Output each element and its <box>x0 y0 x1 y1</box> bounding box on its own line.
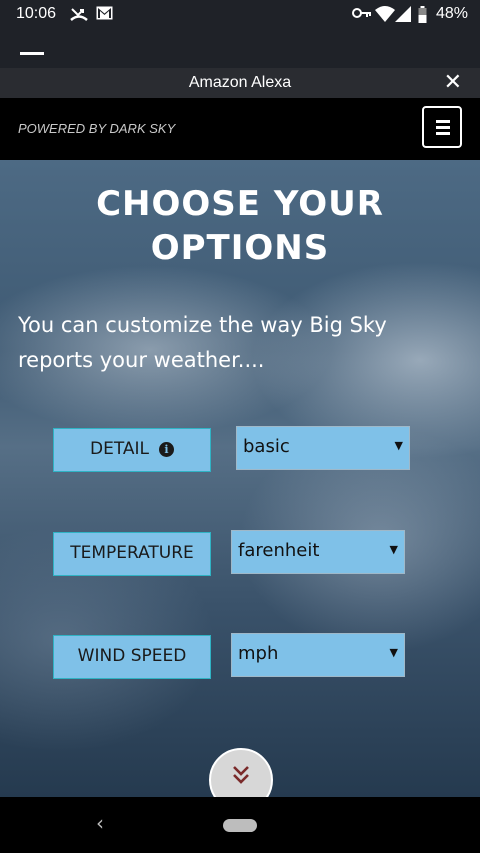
detail-label-text: DETAIL <box>89 439 149 459</box>
detail-select-value: basic <box>243 436 290 457</box>
wind-speed-label: WIND SPEED <box>53 635 211 679</box>
menu-icon-bar <box>436 120 450 123</box>
page-title-line1: CHOOSE YOUR <box>96 184 384 224</box>
modal-title-bar: Amazon Alexa ✕ <box>0 68 480 98</box>
page-title-line2: OPTIONS <box>150 228 330 268</box>
home-pill-icon[interactable] <box>223 819 257 832</box>
back-icon[interactable]: ‹ <box>96 811 104 835</box>
battery-icon <box>418 6 427 27</box>
menu-icon-bar <box>436 126 450 129</box>
dropdown-caret-icon: ▼ <box>389 646 398 659</box>
gmail-icon <box>96 6 113 24</box>
battery-percent: 48% <box>435 5 468 22</box>
hamburger-icon <box>20 52 44 55</box>
page-title: CHOOSE YOUR OPTIONS <box>0 182 480 270</box>
double-chevron-down-icon <box>211 764 271 788</box>
wind-speed-select-value: mph <box>238 643 279 664</box>
close-icon[interactable]: ✕ <box>444 70 462 95</box>
temperature-label-text: TEMPERATURE <box>70 543 194 563</box>
status-bar: 10:06 48% <box>0 0 480 30</box>
missed-call-icon <box>70 6 88 26</box>
info-icon[interactable]: i <box>159 442 174 457</box>
menu-button[interactable] <box>422 106 462 148</box>
skill-header: POWERED BY DARK SKY <box>0 98 480 160</box>
signal-icon <box>395 6 411 26</box>
dropdown-caret-icon: ▼ <box>389 543 398 556</box>
detail-label: DETAIL i <box>53 428 211 472</box>
menu-icon-bar <box>436 132 450 135</box>
powered-by-text: POWERED BY DARK SKY <box>18 121 176 136</box>
wind-speed-label-text: WIND SPEED <box>77 646 187 666</box>
temperature-select[interactable]: farenheit ▼ <box>231 530 405 574</box>
system-nav-bar: ‹ <box>0 797 480 853</box>
modal-title: Amazon Alexa <box>188 74 292 91</box>
scroll-down-button[interactable] <box>209 748 273 797</box>
wifi-icon <box>375 6 395 26</box>
app-header-behind <box>0 30 480 68</box>
status-time: 10:06 <box>16 5 57 22</box>
options-panel: CHOOSE YOUR OPTIONS You can customize th… <box>0 160 480 797</box>
vpn-key-icon <box>352 6 372 24</box>
temperature-label: TEMPERATURE <box>53 532 211 576</box>
wind-speed-select[interactable]: mph ▼ <box>231 633 405 677</box>
detail-select[interactable]: basic ▼ <box>236 426 410 470</box>
dropdown-caret-icon: ▼ <box>394 439 403 452</box>
intro-text: You can customize the way Big Sky report… <box>18 313 387 372</box>
temperature-select-value: farenheit <box>238 540 320 561</box>
